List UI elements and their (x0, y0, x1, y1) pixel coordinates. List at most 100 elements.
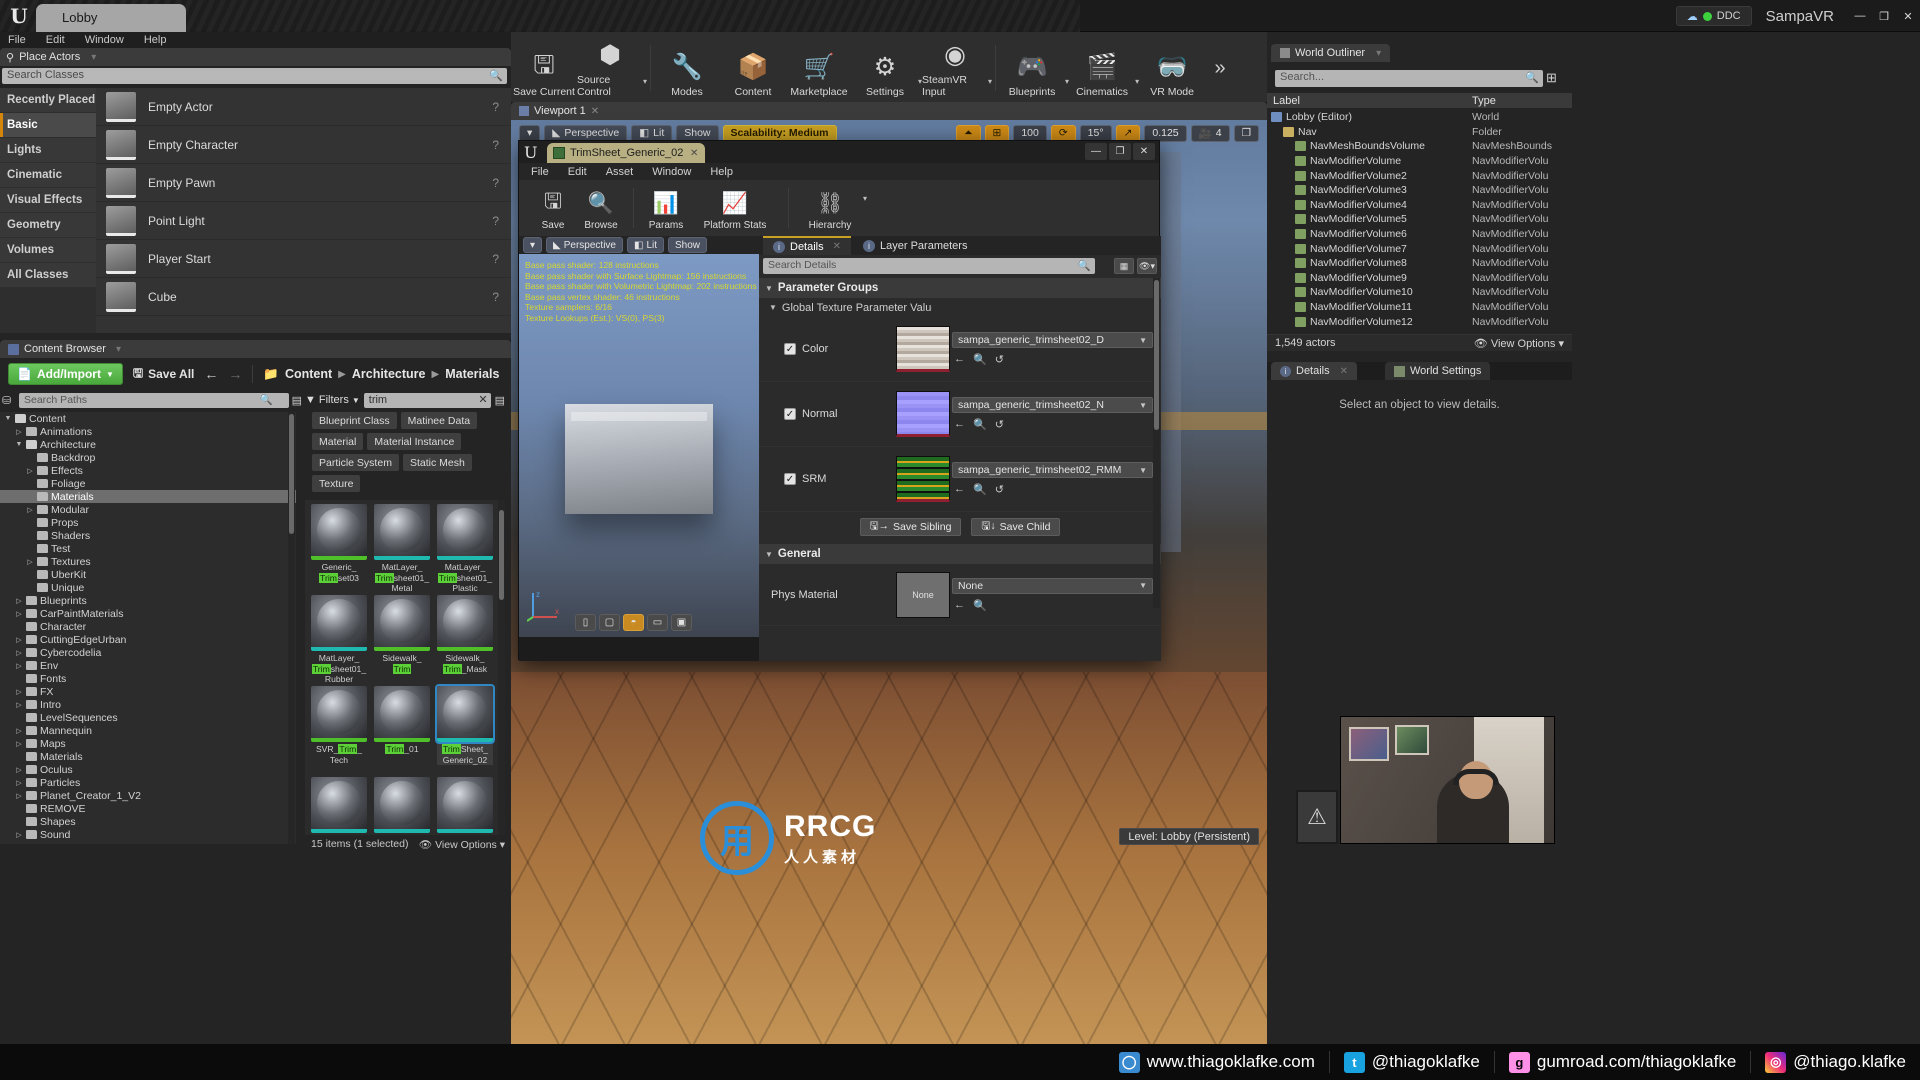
folder-node-content[interactable]: ▼ Content (0, 412, 296, 425)
folder-node-oculus[interactable]: ▷ Oculus (0, 763, 296, 776)
texture-thumbnail-srm[interactable] (896, 456, 950, 502)
material-params-button[interactable]: 📊 Params (642, 182, 690, 234)
menu-asset[interactable]: Asset (606, 166, 634, 178)
tab-place-actors[interactable]: ⚲ Place Actors ▾ (0, 48, 511, 66)
main-toolbar[interactable]: 🖫 Save Current ⬢ Source Control ▾ 🔧 Mode… (511, 32, 1267, 104)
asset-tile[interactable]: Trim_01 (374, 686, 430, 755)
outliner-row[interactable]: Nav Folder (1267, 125, 1572, 140)
chevron-right-icon[interactable]: ▷ (15, 649, 23, 657)
menu-file[interactable]: File (8, 34, 26, 46)
menu-window[interactable]: Window (652, 166, 691, 178)
column-header-label[interactable]: Label (1267, 95, 1472, 107)
material-preview-panel[interactable]: ▾ ◣ Perspective ◧ Lit Show Base pass sha… (519, 236, 759, 661)
toolbar-marketplace[interactable]: 🛒 Marketplace (786, 33, 852, 103)
asset-tile[interactable]: Sidewalk_ Trim (374, 595, 430, 674)
browse-icon[interactable]: 🔍 (973, 483, 987, 496)
place-actor-item[interactable]: Empty Pawn? (96, 164, 511, 202)
chevron-down-icon[interactable]: ▾ (988, 77, 992, 86)
close-button[interactable]: ✕ (1896, 0, 1920, 32)
place-actors-category-geometry[interactable]: Geometry (0, 213, 96, 237)
toolbar-cinematics[interactable]: 🎬 Cinematics (1069, 33, 1135, 103)
material-save-button[interactable]: 🖫 Save (529, 182, 577, 234)
preview-toolbar[interactable]: ▾ ◣ Perspective ◧ Lit Show (519, 236, 759, 254)
tab-viewport-1[interactable]: Viewport 1 ✕ (511, 102, 1267, 120)
material-editor-menubar[interactable]: File Edit Asset Window Help (519, 163, 1159, 180)
folder-node-fx[interactable]: ▷ FX (0, 685, 296, 698)
chevron-down-icon[interactable]: ▾ (91, 52, 96, 63)
chevron-down-icon[interactable]: ▼ (15, 441, 23, 448)
folder-node-fonts[interactable]: Fonts (0, 672, 296, 685)
outliner-row[interactable]: NavModifierVolume NavModifierVolu (1267, 154, 1572, 169)
use-selected-icon[interactable]: ↺ (995, 483, 1004, 496)
tab-details-panel[interactable]: i Details ✕ (1271, 362, 1358, 380)
details-tab-row[interactable]: i Details ✕ i Layer Parameters (759, 236, 1161, 255)
viewport-options-button[interactable]: ▾ (519, 124, 541, 142)
toolbar-modes[interactable]: 🔧 Modes (654, 33, 720, 103)
help-icon[interactable]: ? (492, 214, 499, 228)
content-folder-tree[interactable]: ▼ Content ▷ Animations ▼ Architecture Backdrop… (0, 412, 296, 844)
add-import-button[interactable]: 📄 Add/Import ▼ (8, 363, 123, 385)
chevron-right-icon[interactable]: ▷ (26, 506, 34, 514)
outliner-row[interactable]: NavModifierVolume12 NavModifierVolu (1267, 314, 1572, 329)
folder-node-particles[interactable]: ▷ Particles (0, 776, 296, 789)
texture-combo-normal[interactable]: sampa_generic_trimsheet02_N ▼ (952, 397, 1153, 413)
asset-list-toggle-icon[interactable]: ▤ (495, 394, 505, 407)
outliner-row[interactable]: NavModifierVolume3 NavModifierVolu (1267, 183, 1572, 198)
place-actor-item[interactable]: Empty Actor? (96, 88, 511, 126)
browse-icon[interactable]: 🔍 (973, 353, 987, 366)
preview-options-button[interactable]: ▾ (523, 237, 543, 253)
toolbar-save-current[interactable]: 🖫 Save Current (511, 33, 577, 103)
toolbar-overflow-icon[interactable]: » (1205, 33, 1235, 103)
chevron-right-icon[interactable]: ▷ (15, 688, 23, 696)
window-titlebar[interactable]: U Lobby ☁ DDC SampaVR — ❐ ✕ (0, 0, 1920, 32)
path-list-toggle-icon[interactable]: ▤ (292, 394, 302, 407)
outliner-row[interactable]: NavModifierVolume10 NavModifierVolu (1267, 285, 1572, 300)
place-actors-category-volumes[interactable]: Volumes (0, 238, 96, 262)
asset-filter-bar[interactable]: ▼ Filters ▼ trim ✕ ▤ (305, 392, 505, 408)
outliner-row[interactable]: NavModifierVolume4 NavModifierVolu (1267, 198, 1572, 213)
material-platform-stats-button[interactable]: 📈 Platform Stats (690, 182, 780, 234)
chevron-right-icon[interactable]: ▷ (15, 428, 23, 436)
preview-plane-button[interactable]: ▭ (647, 614, 668, 631)
material-instance-editor-window[interactable]: U TrimSheet_Generic_02 ✕ — ❐ ✕ File Edit… (518, 140, 1161, 661)
chevron-down-icon[interactable]: ▾ (863, 194, 867, 203)
grid-snap-value[interactable]: 100 (1013, 124, 1047, 142)
filter-chip[interactable]: Matinee Data (400, 412, 478, 429)
gumroad-segment[interactable]: g gumroad.com/thiagoklafke (1495, 1044, 1750, 1080)
filter-chip[interactable]: Texture (312, 475, 361, 492)
tree-scrollbar[interactable] (288, 412, 295, 844)
place-actors-category-visual-effects[interactable]: Visual Effects (0, 188, 96, 212)
help-icon[interactable]: ? (492, 100, 499, 114)
folder-node-animations[interactable]: ▷ Animations (0, 425, 296, 438)
camera-speed[interactable]: 🎥 4 (1190, 124, 1230, 142)
preview-mesh[interactable] (565, 404, 713, 514)
maximize-button[interactable]: ❐ (1872, 0, 1896, 32)
asset-tile[interactable]: MatLayer_ Trimsheet01_ Plastic (437, 504, 493, 594)
folder-node-shapes[interactable]: Shapes (0, 815, 296, 828)
asset-tile[interactable]: MatLayer_ Trimsheet01_ Rubber (311, 595, 367, 685)
asset-tile[interactable]: MatLayer_ Trimsheet01_ Metal (374, 504, 430, 594)
texture-combo-srm[interactable]: sampa_generic_trimsheet02_RMM ▼ (952, 462, 1153, 478)
user-label[interactable]: SampaVR (1752, 8, 1848, 25)
menu-edit[interactable]: Edit (568, 166, 587, 178)
search-icon[interactable]: 🔍 (1078, 259, 1091, 272)
folder-node-modular[interactable]: ▷ Modular (0, 503, 296, 516)
place-actors-category-all-classes[interactable]: All Classes (0, 263, 96, 287)
asset-tile[interactable]: TrimSheet_Generic_03 (311, 777, 367, 835)
preview-mesh-buttons[interactable]: ▯ ▢ ◓ ▭ ▣ (575, 614, 692, 631)
viewport-show-button[interactable]: Show (676, 124, 719, 142)
place-actors-list[interactable]: Empty Actor? Empty Character? Empty Pawn? P… (96, 88, 511, 333)
outliner-row[interactable]: NavModifierVolume8 NavModifierVolu (1267, 256, 1572, 271)
website-segment[interactable]: ◯ www.thiagoklafke.com (1105, 1044, 1329, 1080)
chevron-down-icon[interactable]: ▼ (4, 415, 12, 422)
titlebar-right[interactable]: ☁ DDC SampaVR — ❐ ✕ (1675, 0, 1920, 32)
search-paths-input[interactable]: Search Paths 🔍 (19, 392, 289, 408)
folder-node-shaders[interactable]: Shaders (0, 529, 296, 542)
search-icon[interactable]: 🔍 (1525, 71, 1539, 84)
chevron-right-icon[interactable]: ▷ (15, 597, 23, 605)
param-row-color[interactable]: ✓ Color sampa_generic_trimsheet02_D ▼ ← … (759, 317, 1161, 382)
asset-tile[interactable]: TrimSheet_Generic_04 (374, 777, 430, 835)
search-icon[interactable]: 🔍 (260, 393, 273, 406)
tab-world-settings[interactable]: World Settings (1385, 362, 1491, 380)
place-actor-item[interactable]: Point Light? (96, 202, 511, 240)
